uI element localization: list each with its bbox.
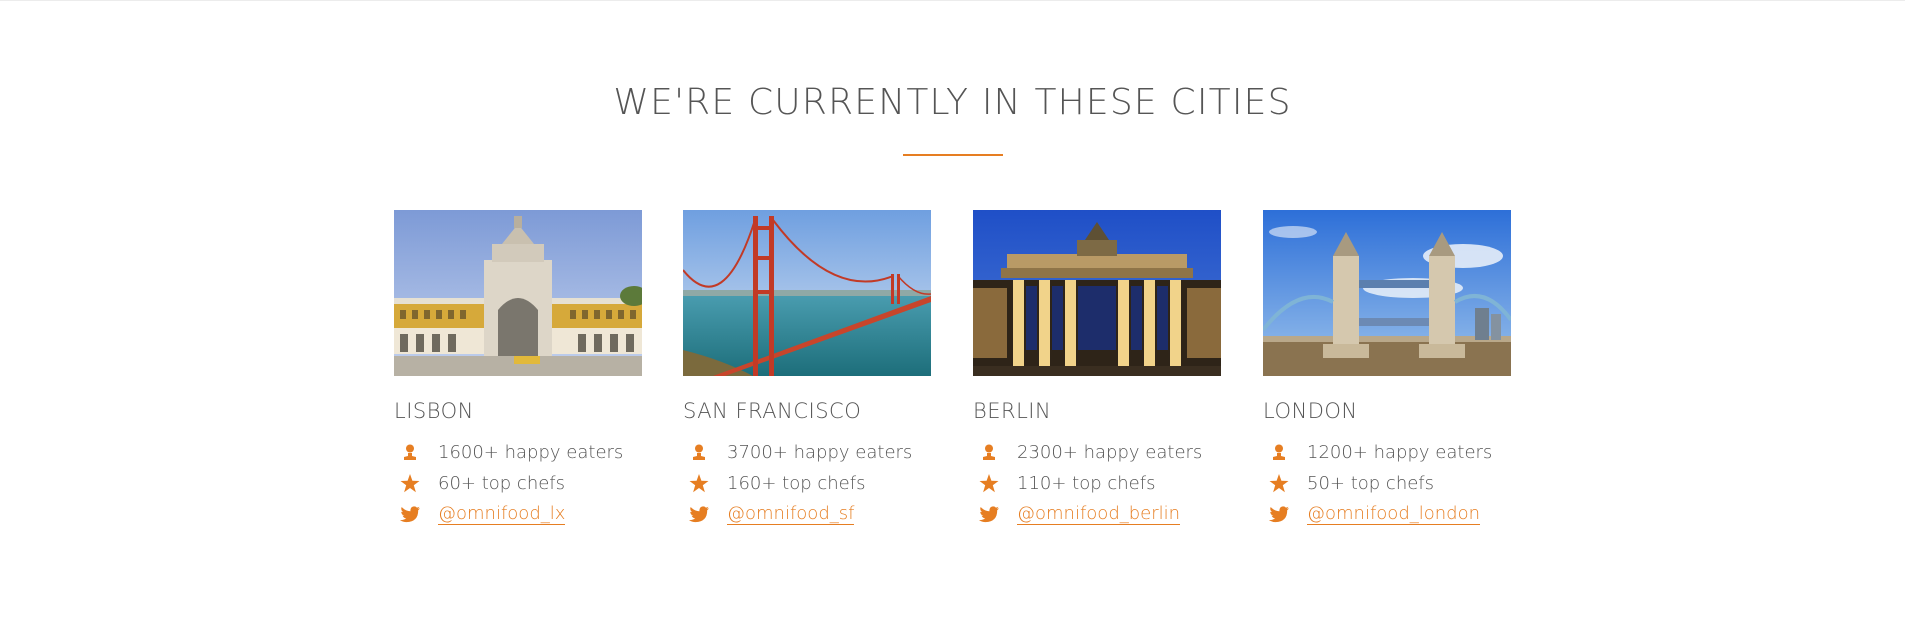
section-title: WE'RE CURRENTLY IN THESE CITIES	[613, 82, 1292, 123]
tower-bridge-photo	[1263, 210, 1511, 376]
eaters-stat: 1200+ happy eaters	[1263, 437, 1511, 468]
eaters-label: 1200+ happy eaters	[1307, 442, 1493, 463]
chefs-stat: 50+ top chefs	[1263, 468, 1511, 499]
eaters-stat: 1600+ happy eaters	[394, 437, 642, 468]
chefs-label: 50+ top chefs	[1307, 473, 1435, 494]
twitter-handle-link[interactable]: @omnifood_london	[1307, 504, 1481, 525]
city-card-san-francisco: SAN FRANCISCO 3700+ happy eaters 160+ to…	[683, 210, 931, 530]
person-icon	[977, 444, 1001, 461]
chefs-label: 110+ top chefs	[1017, 473, 1156, 494]
twitter-bird-icon	[1267, 505, 1291, 524]
eaters-stat: 2300+ happy eaters	[973, 437, 1221, 468]
city-card-berlin: BERLIN 2300+ happy eaters 110+ top chefs…	[973, 210, 1221, 530]
twitter-bird-icon	[977, 505, 1001, 524]
chefs-stat: 110+ top chefs	[973, 468, 1221, 499]
chefs-label: 160+ top chefs	[727, 473, 866, 494]
eaters-label: 3700+ happy eaters	[727, 442, 913, 463]
eaters-label: 2300+ happy eaters	[1017, 442, 1203, 463]
city-name: SAN FRANCISCO	[683, 399, 862, 423]
person-icon	[687, 444, 711, 461]
star-icon	[687, 474, 711, 493]
twitter-stat: @omnifood_sf	[683, 499, 931, 530]
twitter-stat: @omnifood_lx	[394, 499, 642, 530]
twitter-handle-link[interactable]: @omnifood_lx	[438, 504, 566, 525]
golden-gate-bridge-photo	[683, 210, 931, 376]
twitter-bird-icon	[398, 505, 422, 524]
lisbon-arch-photo	[394, 210, 642, 376]
eaters-stat: 3700+ happy eaters	[683, 437, 931, 468]
city-name: LISBON	[394, 399, 474, 423]
title-underline	[903, 154, 1003, 156]
chefs-stat: 160+ top chefs	[683, 468, 931, 499]
twitter-stat: @omnifood_london	[1263, 499, 1511, 530]
city-card-london: LONDON 1200+ happy eaters 50+ top chefs …	[1263, 210, 1511, 530]
twitter-bird-icon	[687, 505, 711, 524]
star-icon	[977, 474, 1001, 493]
top-divider	[0, 0, 1905, 1]
city-card-lisbon: LISBON 1600+ happy eaters 60+ top chefs …	[394, 210, 642, 530]
person-icon	[398, 444, 422, 461]
twitter-stat: @omnifood_berlin	[973, 499, 1221, 530]
person-icon	[1267, 444, 1291, 461]
brandenburg-gate-photo	[973, 210, 1221, 376]
chefs-stat: 60+ top chefs	[394, 468, 642, 499]
eaters-label: 1600+ happy eaters	[438, 442, 624, 463]
star-icon	[398, 474, 422, 493]
city-name: LONDON	[1263, 399, 1358, 423]
star-icon	[1267, 474, 1291, 493]
chefs-label: 60+ top chefs	[438, 473, 566, 494]
city-name: BERLIN	[973, 399, 1052, 423]
twitter-handle-link[interactable]: @omnifood_berlin	[1017, 504, 1181, 525]
twitter-handle-link[interactable]: @omnifood_sf	[727, 504, 855, 525]
